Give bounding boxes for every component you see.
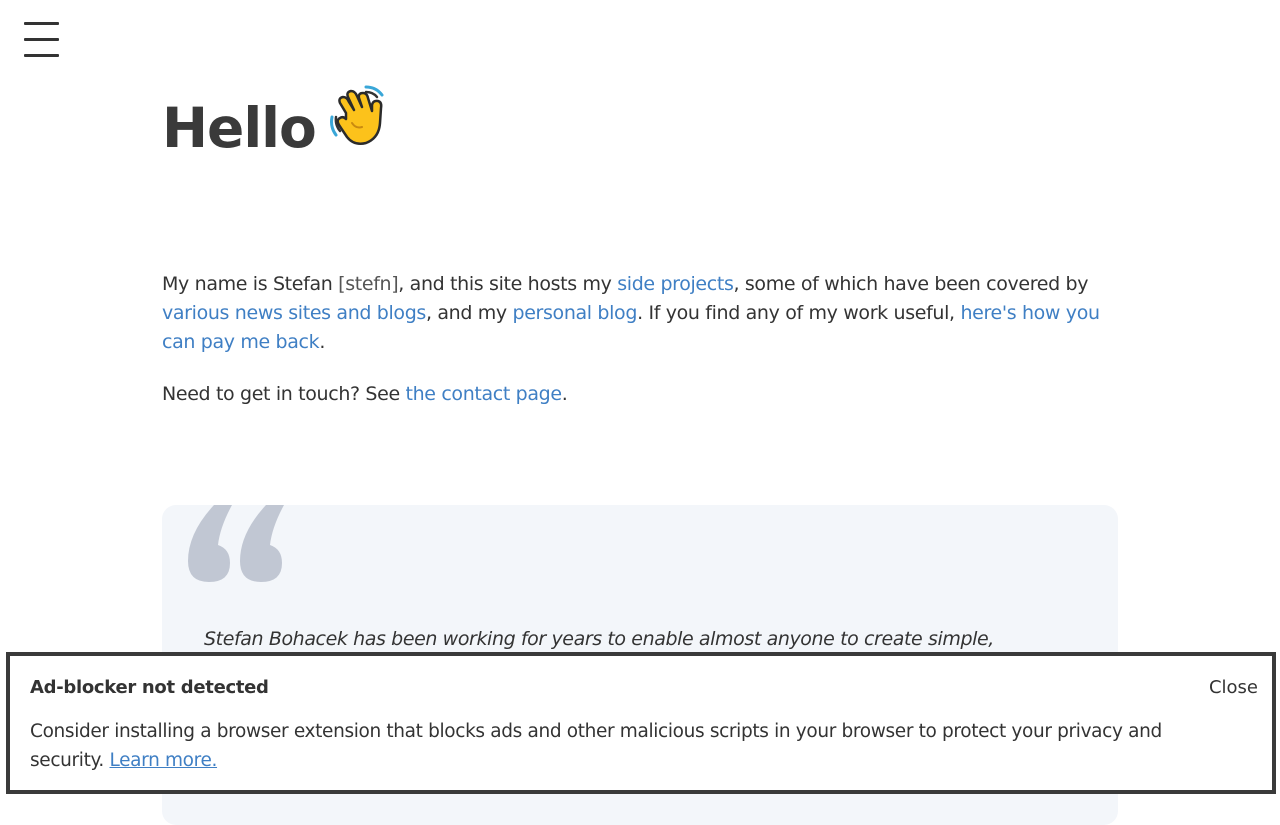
quote-mark-icon xyxy=(184,505,286,589)
menu-button[interactable] xyxy=(24,22,60,58)
close-button[interactable]: Close xyxy=(1209,674,1258,702)
hamburger-bar xyxy=(24,54,59,57)
hamburger-menu-icon xyxy=(24,22,59,25)
intro-text: My name is Stefan xyxy=(162,273,339,295)
name-pronunciation: [stefn] xyxy=(338,273,399,295)
hamburger-bar xyxy=(24,38,59,41)
intro-text: . If you find any of my work useful, xyxy=(637,302,961,324)
learn-more-link[interactable]: Learn more. xyxy=(110,750,218,771)
page-title: Hello xyxy=(162,85,392,166)
intro-text: . xyxy=(319,331,326,353)
notice-body: Consider installing a browser extension … xyxy=(30,717,1230,775)
quote-text: Stefan Bohacek has been working for year… xyxy=(204,628,994,650)
side-projects-link[interactable]: side projects xyxy=(617,273,734,295)
waving-hand-icon xyxy=(326,83,392,166)
page-title-text: Hello xyxy=(162,96,317,160)
intro-text: , and my xyxy=(425,302,513,324)
ad-blocker-notice: Ad-blocker not detected Close Consider i… xyxy=(6,652,1276,794)
intro-text: , and this site hosts my xyxy=(398,273,618,295)
news-coverage-link[interactable]: various news sites and blogs xyxy=(162,302,426,324)
contact-text: Need to get in touch? See xyxy=(162,383,406,405)
intro-paragraph: My name is Stefan [stefn], and this site… xyxy=(162,270,1102,357)
contact-page-link[interactable]: the contact page xyxy=(406,383,563,405)
personal-blog-link[interactable]: personal blog xyxy=(512,302,637,324)
contact-paragraph: Need to get in touch? See the contact pa… xyxy=(162,380,1102,409)
contact-text: . xyxy=(561,383,568,405)
intro-text: , some of which have been covered by xyxy=(733,273,1089,295)
notice-title: Ad-blocker not detected xyxy=(30,677,269,698)
